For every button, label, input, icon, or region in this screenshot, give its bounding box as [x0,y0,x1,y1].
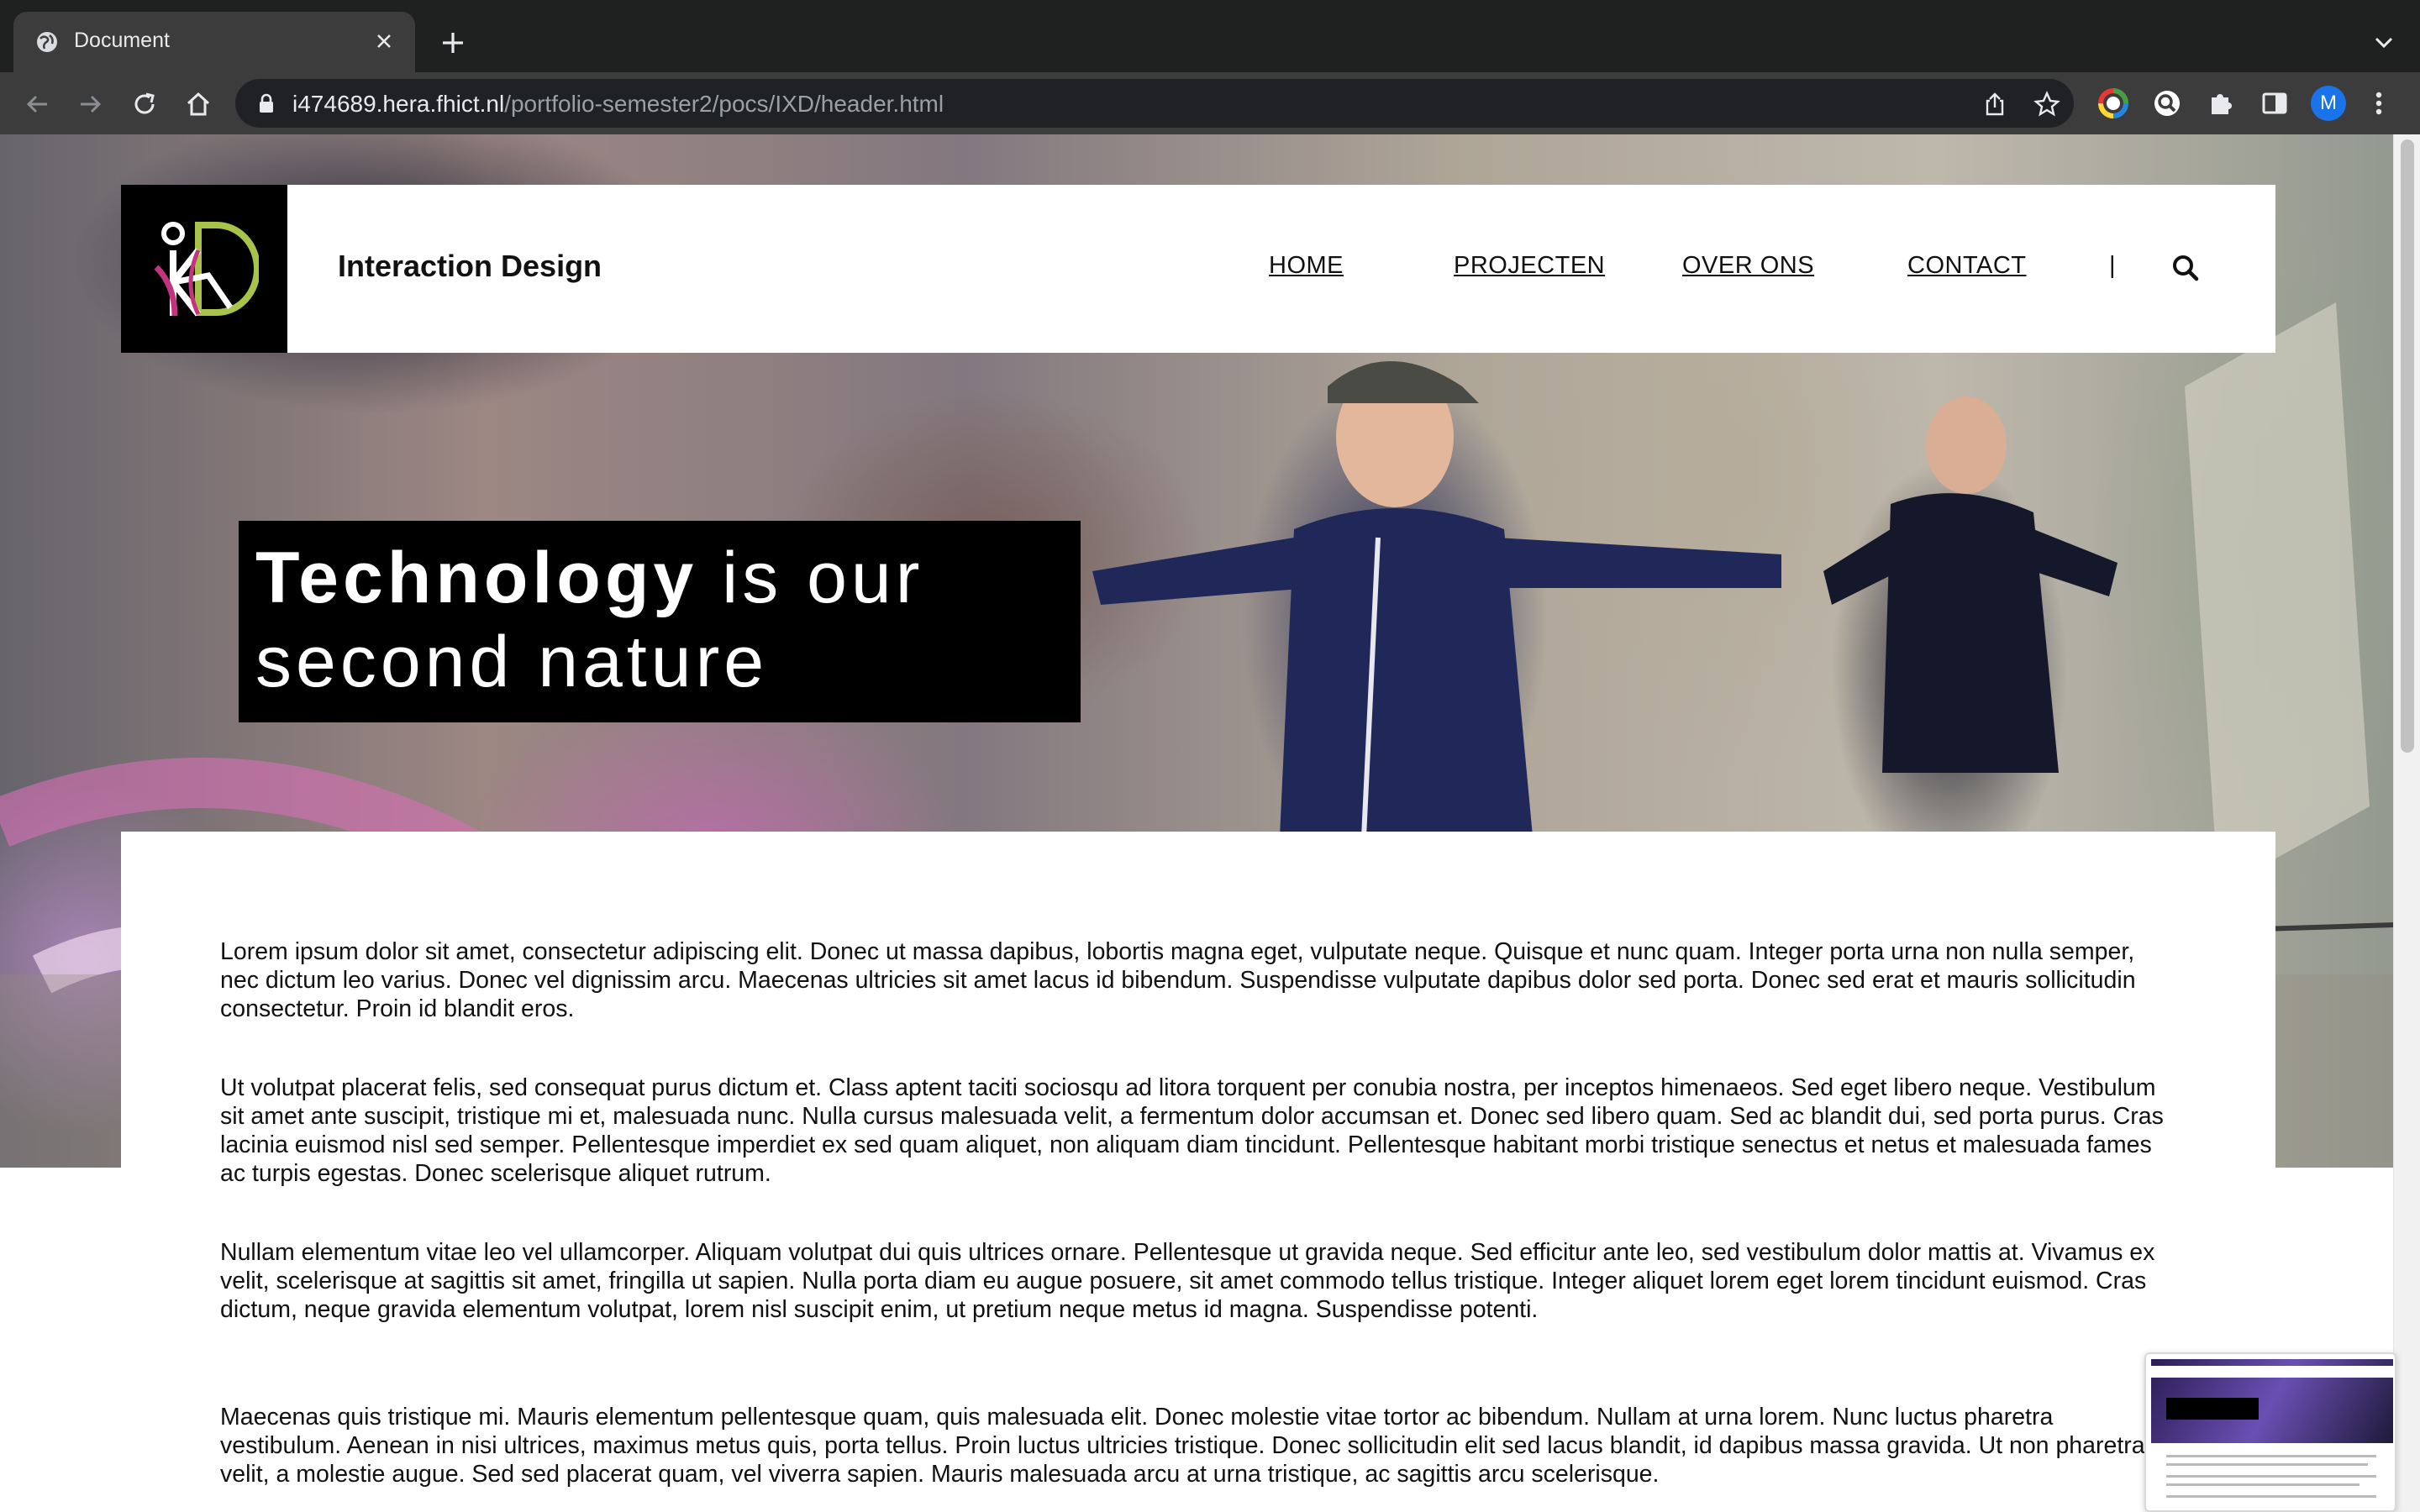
nav-projects-link[interactable]: PROJECTEN [1454,252,1605,280]
side-panel-icon[interactable] [2259,87,2291,119]
page-preview-thumbnail[interactable] [2144,1352,2396,1512]
globe-icon [37,32,57,52]
color-picker-extension-icon[interactable] [2097,87,2129,119]
nav-home-link[interactable]: HOME [1269,252,1344,280]
site-logo[interactable] [121,185,287,353]
back-icon[interactable] [22,89,52,119]
browser-toolbar: i474689.hera.fhict.nl/portfolio-semester… [0,72,2420,134]
url-text[interactable]: i474689.hera.fhict.nl/portfolio-semester… [292,91,944,118]
paragraph-1: Lorem ipsum dolor sit amet, consectetur … [220,938,2136,1022]
hero-tagline: Technology is our second nature [255,536,1062,704]
paragraph-3: Nullam elementum vitae leo vel ullamcorp… [220,1239,2155,1323]
new-tab-icon[interactable] [439,29,467,57]
browser-tab-strip: Document [0,0,2420,72]
kebab-menu-icon[interactable] [2366,87,2391,119]
page-scrollbar[interactable] [2393,134,2420,1512]
search-lens-extension-icon[interactable] [2151,87,2183,119]
thumbnail-tagline [2166,1398,2259,1420]
scrollbar-thumb[interactable] [2401,139,2414,753]
thumbnail-text-line [2166,1475,2376,1478]
nav-contact-link[interactable]: CONTACT [1907,252,2027,280]
profile-avatar[interactable]: M [2311,86,2346,121]
url-path: /portfolio-semester2/pocs/IXD/header.htm… [504,91,944,117]
thumbnail-text-line [2166,1463,2368,1466]
thumbnail-header [2151,1366,2393,1378]
site-header: Interaction Design HOME PROJECTEN OVER O… [121,185,2275,353]
tab-title: Document [74,29,170,52]
reload-icon[interactable] [129,89,160,119]
chevron-down-icon[interactable] [2373,34,2395,52]
hero-tagline-box: Technology is our second nature [239,521,1081,722]
puzzle-extensions-icon[interactable] [2205,87,2237,119]
paragraph-2: Ut volutpat placerat felis, sed consequa… [220,1074,2164,1187]
forward-icon[interactable] [76,89,106,119]
search-icon[interactable] [2171,254,2200,282]
nav-separator: | [2109,252,2116,279]
main-content: Lorem ipsum dolor sit amet, consectetur … [121,832,2275,1512]
share-icon[interactable] [1981,91,2008,118]
id-logo-icon [154,222,259,317]
page-viewport: Interaction Design HOME PROJECTEN OVER O… [0,134,2420,1512]
tagline-bold: Technology [255,538,698,618]
star-icon[interactable] [2033,91,2060,118]
thumbnail-text-line [2166,1495,2376,1498]
close-icon[interactable] [371,29,397,54]
url-host: i474689.hera.fhict.nl [292,91,505,117]
lock-icon[interactable] [257,92,276,114]
home-icon[interactable] [183,89,213,119]
nav-about-link[interactable]: OVER ONS [1682,252,1814,280]
browser-tab[interactable]: Document [13,12,415,72]
thumbnail-text-line [2166,1455,2376,1457]
site-title: Interaction Design [338,249,602,283]
paragraph-4: Maecenas quis tristique mi. Mauris eleme… [220,1404,2145,1488]
thumbnail-text-line [2166,1483,2360,1486]
address-bar[interactable]: i474689.hera.fhict.nl/portfolio-semester… [235,79,2074,128]
